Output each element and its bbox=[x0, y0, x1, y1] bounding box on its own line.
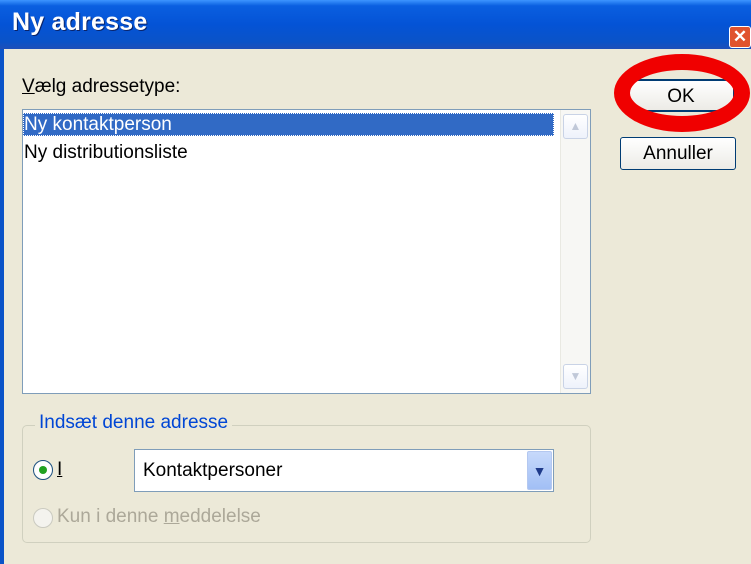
address-type-label: Vælg adressetype: bbox=[22, 76, 181, 97]
window-title: Ny adresse bbox=[12, 8, 148, 36]
group-legend: Indsæt denne adresse bbox=[35, 412, 233, 434]
radio-message-only[interactable] bbox=[33, 508, 53, 528]
list-item-new-distribution-list[interactable]: Ny distributionsliste bbox=[23, 141, 188, 164]
chevron-down-icon: ▼ bbox=[569, 369, 582, 383]
title-bar: Ny adresse ✕ bbox=[0, 0, 751, 49]
window-frame bbox=[0, 49, 4, 564]
folder-dropdown-value: Kontaktpersoner bbox=[143, 460, 283, 481]
list-scrollbar[interactable]: ▲ ▼ bbox=[560, 110, 590, 393]
scroll-down-button[interactable]: ▼ bbox=[563, 364, 588, 389]
list-item-new-contact[interactable]: Ny kontaktperson bbox=[23, 113, 554, 136]
close-icon: ✕ bbox=[732, 27, 748, 46]
address-type-listbox[interactable]: Ny kontaktperson Ny distributionsliste ▲… bbox=[22, 109, 591, 394]
cancel-button[interactable]: Annuller bbox=[620, 137, 736, 170]
radio-in-folder[interactable] bbox=[33, 460, 53, 480]
chevron-up-icon: ▲ bbox=[569, 119, 582, 133]
chevron-down-icon: ▼ bbox=[532, 463, 547, 479]
radio-in-folder-label: I bbox=[57, 459, 63, 480]
close-button[interactable]: ✕ bbox=[729, 26, 751, 48]
folder-dropdown[interactable]: Kontaktpersoner ▼ bbox=[134, 449, 554, 492]
dropdown-button[interactable]: ▼ bbox=[527, 451, 552, 490]
ok-button[interactable]: OK bbox=[627, 79, 735, 112]
scroll-up-button[interactable]: ▲ bbox=[563, 114, 588, 139]
radio-message-only-label: Kun i denne meddelelse bbox=[57, 506, 261, 527]
